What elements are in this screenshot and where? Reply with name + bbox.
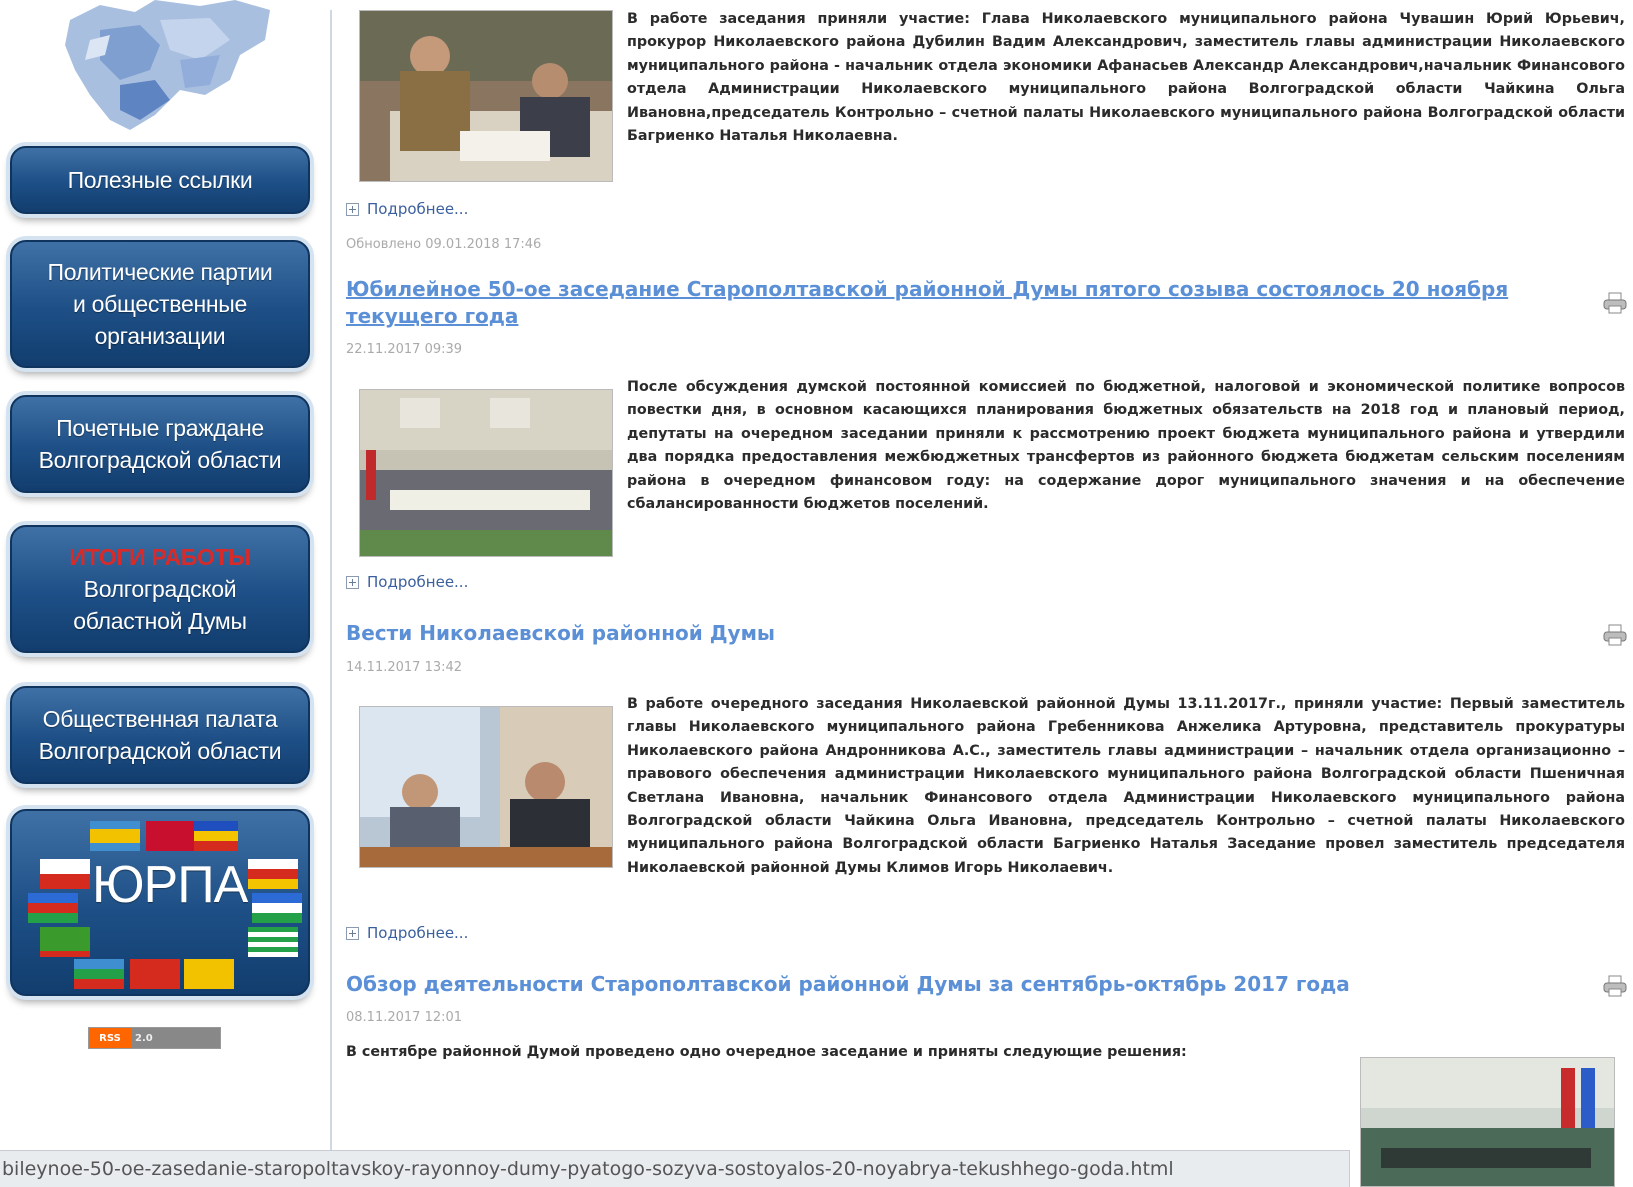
article-title-link[interactable]: Вести Николаевской районной Думы xyxy=(346,620,775,647)
flag-stavropol-icon xyxy=(184,959,234,989)
article-photo xyxy=(1360,1057,1615,1187)
public-chamber-label-line-1: Общественная палата xyxy=(42,706,278,732)
article-title-link[interactable]: Обзор деятельности Старополтавской район… xyxy=(346,971,1350,998)
read-more-label: Подробнее... xyxy=(367,200,469,218)
article-photo xyxy=(359,706,613,868)
rss-label: RSS xyxy=(89,1028,131,1048)
updated-date: Обновлено 09.01.2018 17:46 xyxy=(346,237,542,252)
useful-links-button[interactable]: Полезные ссылки xyxy=(10,146,310,214)
flag-russia-icon xyxy=(40,859,90,889)
expand-icon xyxy=(346,575,359,589)
yurpa-text: ЮРПА xyxy=(92,856,248,914)
read-more-link[interactable]: Подробнее... xyxy=(346,572,468,592)
column-divider xyxy=(330,10,332,1150)
read-more-link[interactable]: Подробнее... xyxy=(346,923,468,943)
article-body: В работе заседания приняли участие: Глав… xyxy=(627,11,1625,145)
flag-abkhazia-icon xyxy=(248,927,298,957)
read-more-label: Подробнее... xyxy=(367,924,469,942)
article-title-link[interactable]: Юбилейное 50-ое заседание Старополтавско… xyxy=(346,276,1576,330)
political-parties-label-line-2: и общественные xyxy=(73,291,247,317)
printer-icon[interactable] xyxy=(1603,624,1627,646)
article-date: 22.11.2017 09:39 xyxy=(346,342,463,357)
public-chamber-label-line-2: Волгоградской области xyxy=(38,738,282,764)
read-more-link[interactable]: Подробнее... xyxy=(346,199,468,219)
article-body: После обсуждения думской постоянной коми… xyxy=(627,379,1625,513)
read-more-label: Подробнее... xyxy=(367,573,469,591)
expand-icon xyxy=(346,926,359,940)
article-photo xyxy=(359,389,613,557)
flag-karachay-icon xyxy=(74,959,124,989)
printer-icon[interactable] xyxy=(1603,975,1627,997)
flag-kbr-icon xyxy=(252,893,302,923)
honorary-citizens-label-line-2: Волгоградской области xyxy=(38,447,282,473)
work-results-label-line-1: ИТОГИ РАБОТЫ xyxy=(69,544,251,570)
work-results-label-line-2: Волгоградской xyxy=(83,576,237,602)
region-map-image[interactable] xyxy=(60,0,280,135)
printer-icon[interactable] xyxy=(1603,292,1627,314)
flag-rostov-icon xyxy=(194,821,238,851)
sidebar: Полезные ссылки Политические партии и об… xyxy=(0,0,330,1187)
rss-version: 2.0 xyxy=(131,1028,220,1048)
status-bar-url: bileynoe-50-oe-zasedanie-staropoltavskoy… xyxy=(0,1150,1350,1187)
flag-north-ossetia-icon xyxy=(248,859,298,889)
yurpa-banner-button[interactable]: ЮРПА xyxy=(10,809,310,996)
article-body: В работе очередного заседания Николаевск… xyxy=(627,696,1625,876)
article-intro: В сентябре районной Думой проведено одно… xyxy=(346,1044,1187,1060)
article-photo xyxy=(359,10,613,182)
public-chamber-button[interactable]: Общественная палата Волгоградской област… xyxy=(10,686,310,784)
political-parties-label-line-1: Политические партии xyxy=(47,259,273,285)
flag-kalmykia-icon xyxy=(90,821,140,851)
work-results-label-line-3: областной Думы xyxy=(73,608,247,634)
honorary-citizens-button[interactable]: Почетные граждане Волгоградской области xyxy=(10,395,310,493)
political-parties-button[interactable]: Политические партии и общественные орган… xyxy=(10,240,310,368)
useful-links-label: Полезные ссылки xyxy=(67,167,253,193)
flag-crimea-icon xyxy=(130,959,180,989)
article-date: 08.11.2017 12:01 xyxy=(346,1010,463,1025)
work-results-button[interactable]: ИТОГИ РАБОТЫ Волгоградской областной Дум… xyxy=(10,525,310,653)
honorary-citizens-label-line-1: Почетные граждане xyxy=(56,415,264,441)
flag-chechnya-icon xyxy=(40,927,90,957)
political-parties-label-line-3: организации xyxy=(94,323,226,349)
flag-krasnodar-icon xyxy=(28,893,78,923)
flag-adygea-icon xyxy=(146,821,196,851)
article-date: 14.11.2017 13:42 xyxy=(346,660,463,675)
rss-badge[interactable]: RSS 2.0 xyxy=(88,1027,221,1049)
expand-icon xyxy=(346,202,359,216)
